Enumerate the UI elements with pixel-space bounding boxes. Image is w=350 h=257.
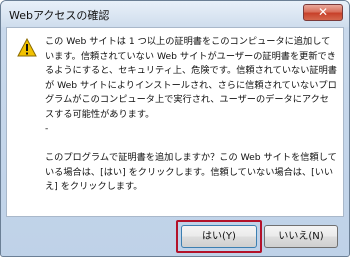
close-button[interactable]: ✕: [303, 4, 343, 21]
message-paragraph: この Web サイトは 1 つ以上の証明書をこのコンピュータに追加しています。信…: [45, 36, 337, 120]
yes-button[interactable]: はい(Y): [181, 225, 257, 248]
message-question: このプログラムで証明書を追加しますか？この Web サイトを信頼している場合は、…: [45, 152, 337, 192]
button-bar: はい(Y) いいえ(N): [6, 217, 344, 253]
message-dash: -: [45, 123, 49, 134]
title-bar[interactable]: Webアクセスの確認 ✕: [1, 1, 349, 27]
window-title: Webアクセスの確認: [9, 9, 110, 22]
dialog-content: この Web サイトは 1 つ以上の証明書をこのコンピュータに追加しています。信…: [6, 27, 344, 217]
dialog-window: Webアクセスの確認 ✕ この Web サイトは 1 つ以上の証明書をこのコンピ…: [0, 0, 350, 257]
no-button[interactable]: いいえ(N): [264, 225, 338, 248]
message-text: この Web サイトは 1 つ以上の証明書をこのコンピュータに追加しています。信…: [45, 35, 337, 195]
warning-icon: [17, 38, 37, 57]
close-icon: ✕: [317, 5, 329, 19]
